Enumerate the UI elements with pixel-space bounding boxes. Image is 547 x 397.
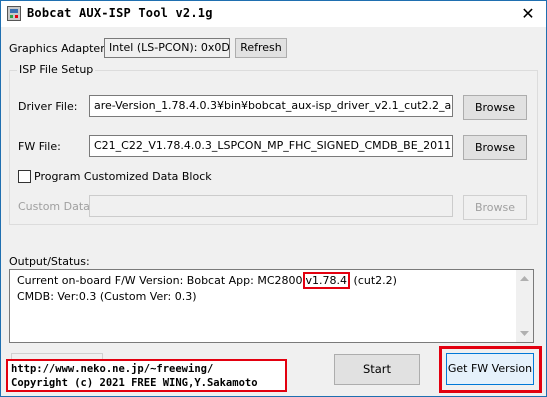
bobcat-app-icon <box>7 6 21 21</box>
start-button[interactable]: Start <box>334 354 420 385</box>
custom-data-checkbox[interactable] <box>18 170 31 183</box>
scroll-down-icon[interactable] <box>520 331 529 337</box>
status-line-cmdb: CMDB: Ver:0.3 (Custom Ver: 0.3) <box>17 290 197 303</box>
graphics-adapter-text: Intel (LS-PCON): 0x0D <box>109 41 230 54</box>
window-title: Bobcat AUX-ISP Tool v2.1g <box>27 6 213 20</box>
graphics-adapter-label: Graphics Adapter: <box>9 42 109 55</box>
refresh-button[interactable]: Refresh <box>235 38 287 58</box>
fw-file-label: FW File: <box>18 140 61 153</box>
custom-data-label: Custom Data: <box>18 200 94 213</box>
driver-file-label: Driver File: <box>18 100 78 113</box>
graphics-adapter-value: Intel (LS-PCON): 0x0D <box>104 38 230 58</box>
driver-browse-button[interactable]: Browse <box>463 95 527 120</box>
fw-file-path: C21_C22_V1.78.4.0.3_LSPCON_MP_FHC_SIGNED… <box>94 139 453 152</box>
get-fw-version-button[interactable]: Get FW Version <box>446 353 534 385</box>
fw-version-prefix: Current on-board F/W Version: Bobcat App… <box>17 274 303 287</box>
status-scrollbar[interactable] <box>516 270 533 342</box>
output-status-label: Output/Status: <box>9 255 90 268</box>
isp-file-setup-title: ISP File Setup <box>17 63 96 76</box>
close-icon: ✕ <box>521 4 535 23</box>
credit-copyright: Copyright (c) 2021 FREE WING,Y.Sakamoto <box>11 377 258 389</box>
close-button[interactable]: ✕ <box>510 1 546 27</box>
custom-browse-button[interactable]: Browse <box>463 195 527 220</box>
custom-data-checkbox-label[interactable]: Program Customized Data Block <box>34 170 212 183</box>
fw-browse-button[interactable]: Browse <box>463 135 527 160</box>
title-bar[interactable]: Bobcat AUX-ISP Tool v2.1g ✕ <box>1 1 546 27</box>
main-window: Bobcat AUX-ISP Tool v2.1g ✕ Graphics Ada… <box>0 0 547 397</box>
fw-version-suffix: (cut2.2) <box>353 274 397 287</box>
fw-version-highlight: v1.78.4 <box>302 272 351 289</box>
output-status-box[interactable]: Current on-board F/W Version: Bobcat App… <box>9 269 534 343</box>
scroll-up-icon[interactable] <box>520 275 529 281</box>
credit-url: http://www.neko.ne.jp/~freewing/ <box>11 363 214 375</box>
credit-box: http://www.neko.ne.jp/~freewing/ Copyrig… <box>6 359 287 392</box>
fw-file-field[interactable]: C21_C22_V1.78.4.0.3_LSPCON_MP_FHC_SIGNED… <box>89 135 453 157</box>
status-line-fw-version: Current on-board F/W Version: Bobcat App… <box>17 272 397 289</box>
driver-file-path: are-Version_1.78.4.0.3¥bin¥bobcat_aux-is… <box>94 99 453 112</box>
custom-data-field[interactable] <box>89 195 453 217</box>
driver-file-field[interactable]: are-Version_1.78.4.0.3¥bin¥bobcat_aux-is… <box>89 95 453 117</box>
